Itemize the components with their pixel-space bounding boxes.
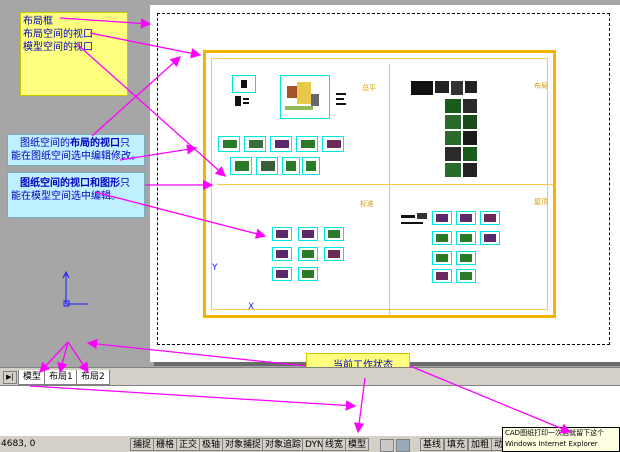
drawing-thumb[interactable] xyxy=(256,157,278,175)
grid-toggle[interactable]: 栅格 xyxy=(153,438,178,451)
maximize-viewport-icon[interactable] xyxy=(380,439,394,452)
note-text-bold: 布局的视口 xyxy=(70,138,120,149)
floor-plan-stack[interactable] xyxy=(411,81,479,187)
drawing-thumb[interactable] xyxy=(456,231,476,245)
drawing-thumb[interactable] xyxy=(282,157,300,175)
fill-button[interactable]: 填充 xyxy=(444,438,469,451)
osnap-toggle[interactable]: 对象捕捉 xyxy=(222,438,265,451)
drawing-thumb[interactable] xyxy=(272,247,292,261)
tab-model[interactable]: 模型 xyxy=(18,370,47,385)
viewport-divider-horizontal xyxy=(217,184,554,185)
drawing-thumb[interactable] xyxy=(324,247,344,261)
drawing-thumb[interactable] xyxy=(480,211,500,225)
tab-nav-button[interactable]: ▶| xyxy=(3,371,17,384)
polar-toggle[interactable]: 极轴 xyxy=(199,438,224,451)
drawing-thumb[interactable] xyxy=(324,227,344,241)
layout-paper: 总平 布局 标准 屋顶 xyxy=(150,5,620,362)
ucs-y-label: Y xyxy=(212,263,218,273)
viewport-divider-vertical xyxy=(389,64,390,316)
tooltip-line1: CAD图纸打印一次后就留下这个 xyxy=(505,429,605,437)
note-layout-frame: 布局框 xyxy=(23,16,53,27)
drawing-thumb[interactable] xyxy=(232,75,256,93)
drawing-thumb[interactable] xyxy=(244,136,266,152)
note-viewport-graphics-line1: 图纸空间的视口和图形只 xyxy=(20,177,130,190)
drawing-thumb[interactable] xyxy=(272,267,292,281)
site-plan-thumb[interactable] xyxy=(280,75,330,119)
drawing-thumb[interactable] xyxy=(270,136,292,152)
ucs-icon xyxy=(62,268,90,308)
coordinate-readout: 4683, 0 xyxy=(1,439,36,449)
drawing-thumb[interactable] xyxy=(432,211,452,225)
drawing-thumb[interactable] xyxy=(272,227,292,241)
drawing-thumb[interactable] xyxy=(298,267,318,281)
note-text: 图纸空间的 xyxy=(20,138,70,149)
drawing-thumb[interactable] xyxy=(232,93,252,109)
note-paper-viewport-line1: 图纸空间的布局的视口只 xyxy=(20,137,130,150)
viewport-tag-bottom-right: 屋顶 xyxy=(534,198,548,206)
drawing-thumb[interactable] xyxy=(296,136,318,152)
drawing-canvas[interactable]: 总平 布局 标准 屋顶 Y X 布局框 布局空间的视口 模型空间的视口 图纸空间… xyxy=(0,0,620,378)
viewport-tag-top-left: 总平 xyxy=(362,84,376,92)
tab-layout2[interactable]: 布局2 xyxy=(76,370,110,385)
note-text: 只 xyxy=(120,138,130,149)
viewport-tag-bottom-left: 标准 xyxy=(360,200,374,208)
drawing-thumb[interactable] xyxy=(432,231,452,245)
lineweight-toggle[interactable]: 线宽 xyxy=(322,438,347,451)
baseline-button[interactable]: 基线 xyxy=(420,438,445,451)
legend-block xyxy=(401,213,429,227)
model-paper-toggle[interactable]: 模型 xyxy=(345,438,370,451)
legend-block xyxy=(336,93,346,107)
drawing-thumb[interactable] xyxy=(432,269,452,283)
drawing-thumb[interactable] xyxy=(218,136,240,152)
tooltip-line2: Windows Internet Explorer xyxy=(505,440,598,448)
drawing-thumb[interactable] xyxy=(456,251,476,265)
drawing-thumb[interactable] xyxy=(230,157,252,175)
drawing-thumb[interactable] xyxy=(322,136,344,152)
drawing-thumb[interactable] xyxy=(298,227,318,241)
layout-tab-bar: ▶| 模型 布局1 布局2 xyxy=(0,367,620,386)
model-space-viewport-area[interactable] xyxy=(211,58,554,316)
otrack-toggle[interactable]: 对象追踪 xyxy=(262,438,305,451)
drawing-thumb[interactable] xyxy=(480,231,500,245)
bold-button[interactable]: 加粗 xyxy=(468,438,493,451)
annotation-note-viewport-graphics: 图纸空间的视口和图形只 能在模型空间选中编辑。 xyxy=(7,172,145,218)
note-paper-viewport-line2: 能在图纸空间选中编辑修改。 xyxy=(11,151,141,162)
autocad-window: 总平 布局 标准 屋顶 Y X 布局框 布局空间的视口 模型空间的视口 图纸空间… xyxy=(0,0,620,452)
note-text-bold: 图纸空间的视口和图形 xyxy=(20,178,120,189)
paper-space-viewport[interactable]: 总平 布局 标准 屋顶 xyxy=(203,50,556,318)
note-model-viewport: 模型空间的视口 xyxy=(23,42,93,53)
ucs-x-label: X xyxy=(248,302,255,312)
drawing-thumb[interactable] xyxy=(456,269,476,283)
annotation-note-layout: 布局框 布局空间的视口 模型空间的视口 xyxy=(20,12,128,96)
annotation-note-paper-viewport: 图纸空间的布局的视口只 能在图纸空间选中编辑修改。 xyxy=(7,134,145,166)
viewport-icon[interactable] xyxy=(396,439,410,452)
viewport-tag-top-right: 布局 xyxy=(534,82,548,90)
drawing-thumb[interactable] xyxy=(432,251,452,265)
note-viewport-graphics-line2: 能在模型空间选中编辑。 xyxy=(11,191,121,202)
drawing-thumb[interactable] xyxy=(298,247,318,261)
snap-toggle[interactable]: 捕捉 xyxy=(130,438,155,451)
drawing-thumb[interactable] xyxy=(456,211,476,225)
tab-layout1[interactable]: 布局1 xyxy=(44,370,78,385)
drawing-thumb[interactable] xyxy=(302,157,320,175)
note-paper-viewport: 布局空间的视口 xyxy=(23,29,93,40)
taskbar-tooltip[interactable]: CAD图纸打印一次后就留下这个 Windows Internet Explore… xyxy=(502,427,620,452)
note-text: 只 xyxy=(120,178,130,189)
ortho-toggle[interactable]: 正交 xyxy=(176,438,201,451)
